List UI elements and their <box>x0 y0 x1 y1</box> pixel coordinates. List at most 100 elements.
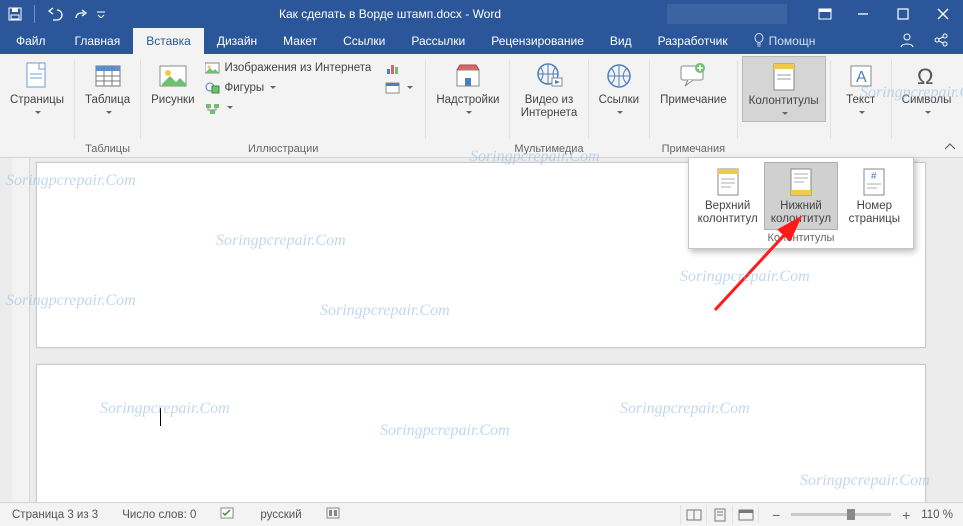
group-comments: Примечание Примечания <box>650 54 737 157</box>
account-block <box>667 4 787 24</box>
header-icon <box>712 166 744 198</box>
tab-layout[interactable]: Макет <box>270 28 330 54</box>
status-language[interactable]: русский <box>248 509 313 521</box>
window-title: Как сделать в Ворде штамп.docx - Word <box>113 7 667 21</box>
view-read-mode[interactable] <box>680 505 706 525</box>
redo-icon[interactable] <box>73 7 87 21</box>
tab-file[interactable]: Файл <box>0 28 62 54</box>
textbox-icon: A <box>845 60 877 92</box>
maximize-button[interactable] <box>883 0 923 28</box>
online-pictures-button[interactable]: Изображения из Интернета <box>201 58 376 78</box>
shapes-button[interactable]: Фигуры <box>201 78 376 98</box>
table-icon <box>92 60 124 92</box>
macro-icon <box>326 507 340 522</box>
tab-view[interactable]: Вид <box>597 28 645 54</box>
header-button[interactable]: Верхний колонтитул <box>691 162 764 230</box>
title-bar: Как сделать в Ворде штамп.docx - Word <box>0 0 963 28</box>
shapes-icon <box>205 80 221 96</box>
share-icon[interactable] <box>933 32 949 51</box>
status-page[interactable]: Страница 3 из 3 <box>0 509 110 521</box>
page-current[interactable] <box>36 364 926 502</box>
smartart-button[interactable] <box>201 98 376 118</box>
headerfooter-icon <box>768 61 800 93</box>
text-button[interactable]: A Текст <box>835 56 887 120</box>
status-macro[interactable] <box>314 507 352 522</box>
svg-text:A: A <box>856 69 867 86</box>
account-icon[interactable] <box>899 32 915 51</box>
vertical-ruler <box>12 158 30 502</box>
text-cursor <box>160 408 161 426</box>
screenshot-icon <box>385 80 401 96</box>
close-button[interactable] <box>923 0 963 28</box>
group-links: Ссылки <box>589 54 650 157</box>
chart-button[interactable] <box>381 58 417 78</box>
zoom-out[interactable]: − <box>769 507 783 523</box>
zoom-controls: − + 110 % <box>758 507 963 523</box>
svg-text:#: # <box>871 171 877 182</box>
group-illustrations-label: Иллюстрации <box>145 143 421 157</box>
headerfooter-button[interactable]: Колонтитулы <box>742 56 826 122</box>
group-text: A Текст <box>831 54 891 157</box>
save-icon[interactable] <box>8 7 22 21</box>
group-comments-label: Примечания <box>654 143 733 157</box>
minimize-button[interactable] <box>843 0 883 28</box>
picture-icon <box>157 60 189 92</box>
tab-design[interactable]: Дизайн <box>204 28 270 54</box>
quick-access-toolbar <box>0 5 113 23</box>
screenshot-button[interactable] <box>381 78 417 98</box>
pictures-button[interactable]: Рисунки <box>145 56 200 143</box>
comment-button[interactable]: Примечание <box>654 56 733 107</box>
group-headerfooter: Колонтитулы <box>738 54 830 157</box>
zoom-slider[interactable] <box>791 513 891 516</box>
comment-icon <box>677 60 709 92</box>
chart-icon <box>385 60 401 76</box>
tab-developer[interactable]: Разработчик <box>645 28 741 54</box>
pages-button[interactable]: Страницы <box>4 56 70 120</box>
tab-insert[interactable]: Вставка <box>133 28 204 54</box>
omega-icon: Ω <box>911 60 943 92</box>
symbols-button[interactable]: Ω Символы <box>896 56 958 120</box>
status-bar: Страница 3 из 3 Число слов: 0 русский − … <box>0 502 963 526</box>
group-pages: Страницы <box>0 54 74 157</box>
links-button[interactable]: Ссылки <box>593 56 646 120</box>
ribbon-display-options-icon[interactable] <box>807 0 843 28</box>
tab-home[interactable]: Главная <box>62 28 134 54</box>
footer-button[interactable]: Нижний колонтитул <box>764 162 837 230</box>
zoom-in[interactable]: + <box>899 507 913 523</box>
tell-me[interactable]: Помощн <box>741 28 828 54</box>
qat-dropdown-icon[interactable] <box>97 10 105 18</box>
spellcheck-icon <box>220 506 236 523</box>
table-button[interactable]: Таблица <box>79 56 136 120</box>
group-media: Видео из Интернета Мультимедиа <box>510 54 587 157</box>
svg-text:Ω: Ω <box>917 64 933 89</box>
page-icon <box>21 60 53 92</box>
footer-icon <box>785 166 817 198</box>
view-print-layout[interactable] <box>706 505 732 525</box>
zoom-value[interactable]: 110 % <box>921 509 953 521</box>
link-icon <box>603 60 635 92</box>
group-media-label: Мультимедиа <box>514 143 583 157</box>
smartart-icon <box>205 100 221 116</box>
ribbon-tabs: Файл Главная Вставка Дизайн Макет Ссылки… <box>0 28 963 54</box>
lightbulb-icon <box>753 33 765 50</box>
addins-button[interactable]: Надстройки <box>430 56 505 120</box>
ribbon: Страницы Таблица Таблицы Рисунки <box>0 54 963 158</box>
group-illustrations: Рисунки Изображения из Интернета Фигуры <box>141 54 425 157</box>
store-icon <box>452 60 484 92</box>
pagenumber-icon: # <box>858 166 890 198</box>
tab-references[interactable]: Ссылки <box>330 28 398 54</box>
online-video-button[interactable]: Видео из Интернета <box>514 56 583 120</box>
dropdown-group-label: Колонтитулы <box>689 230 913 248</box>
status-spellcheck[interactable] <box>208 506 248 523</box>
view-web-layout[interactable] <box>732 505 758 525</box>
group-tables: Таблица Таблицы <box>75 54 140 157</box>
collapse-ribbon-icon[interactable] <box>943 139 957 153</box>
tab-mailings[interactable]: Рассылки <box>398 28 478 54</box>
page-number-button[interactable]: # Номер страницы <box>838 162 911 230</box>
online-pictures-icon <box>205 60 221 76</box>
status-word-count[interactable]: Число слов: 0 <box>110 509 208 521</box>
undo-icon[interactable] <box>47 7 63 21</box>
video-icon <box>533 60 565 92</box>
tab-review[interactable]: Рецензирование <box>478 28 597 54</box>
group-addins: Надстройки <box>426 54 509 157</box>
